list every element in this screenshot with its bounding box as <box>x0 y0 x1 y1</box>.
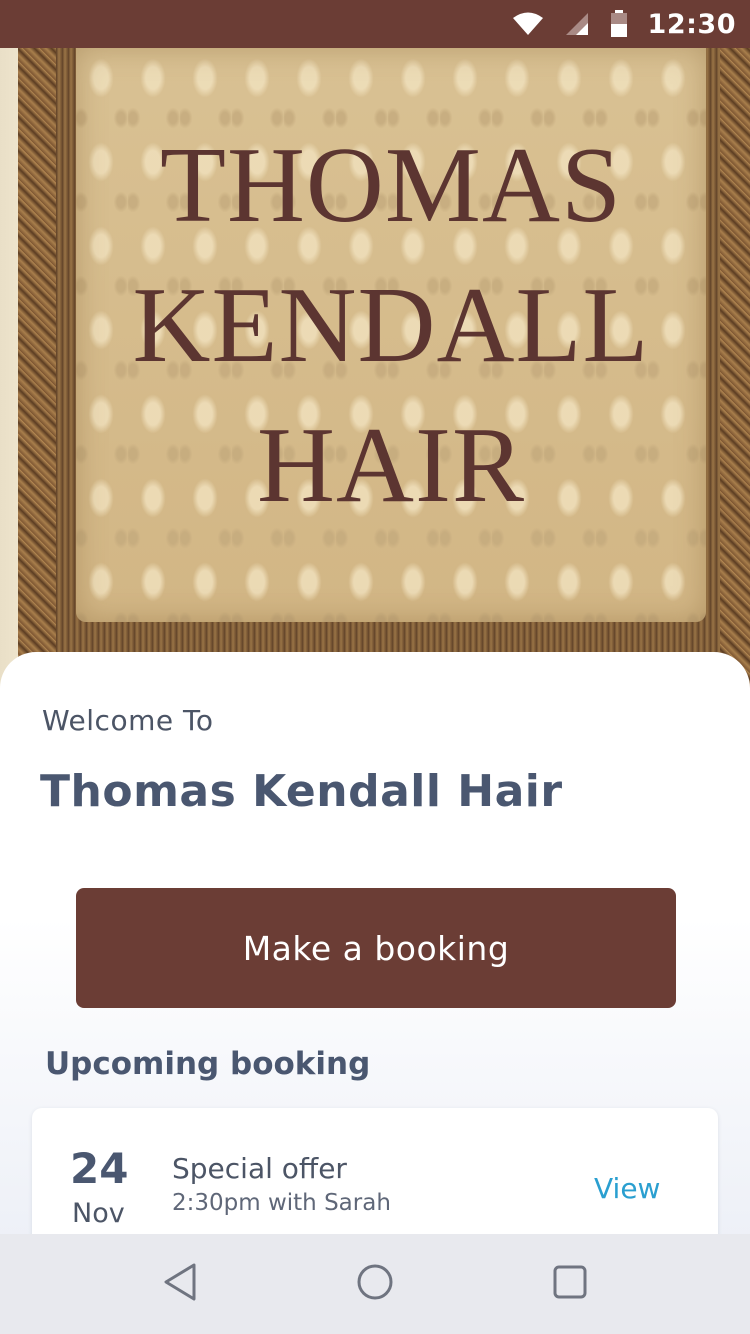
booking-title: Special offer <box>172 1152 347 1185</box>
view-booking-link[interactable]: View <box>594 1172 660 1205</box>
make-booking-button[interactable]: Make a booking <box>76 888 676 1008</box>
home-button[interactable] <box>345 1254 405 1314</box>
content-sheet: Welcome To Thomas Kendall Hair Make a bo… <box>0 652 750 1268</box>
recents-icon <box>552 1264 588 1305</box>
sign-line: HAIR <box>257 406 525 525</box>
sign-line: KENDALL <box>132 266 650 385</box>
home-icon <box>356 1263 394 1306</box>
sign-line: THOMAS <box>159 126 623 245</box>
welcome-text: Welcome To <box>42 704 214 737</box>
booking-month: Nov <box>72 1198 125 1229</box>
battery-icon <box>610 10 628 38</box>
back-icon <box>162 1262 198 1307</box>
salon-sign: THOMAS KENDALL HAIR <box>76 48 706 622</box>
signal-icon <box>564 11 590 37</box>
clock: 12:30 <box>647 8 736 40</box>
back-button[interactable] <box>150 1254 210 1314</box>
upcoming-booking-title: Upcoming booking <box>45 1046 371 1082</box>
salon-name: Thomas Kendall Hair <box>40 766 563 817</box>
system-nav-bar <box>0 1234 750 1334</box>
booking-detail: 2:30pm with Sarah <box>172 1190 391 1216</box>
wifi-icon <box>512 11 544 37</box>
recents-button[interactable] <box>540 1254 600 1314</box>
status-bar: 12:30 <box>0 0 750 48</box>
hero-image: THOMAS KENDALL HAIR <box>0 48 750 688</box>
booking-day: 24 <box>70 1144 129 1193</box>
